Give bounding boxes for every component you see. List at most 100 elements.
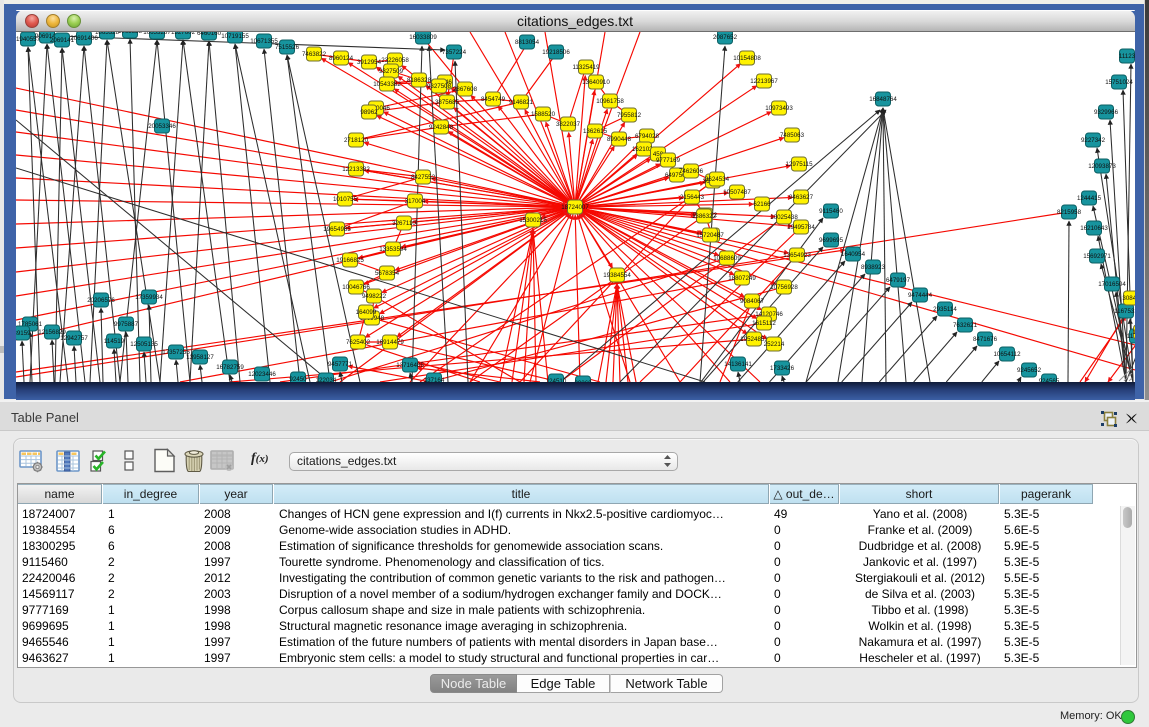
svg-text:15692971: 15692971 (1083, 253, 1111, 260)
svg-text:10688609: 10688609 (713, 255, 741, 262)
svg-text:9457771: 9457771 (328, 361, 353, 368)
svg-text:10025438: 10025438 (770, 214, 798, 221)
svg-text:9327509: 9327509 (379, 68, 404, 75)
svg-text:1327602: 1327602 (171, 32, 196, 36)
svg-text:9327508: 9327508 (427, 83, 452, 90)
svg-text:10654112: 10654112 (993, 351, 1021, 358)
svg-text:9498222: 9498222 (362, 293, 387, 300)
svg-text:16914479: 16914479 (376, 339, 404, 346)
svg-text:6460160: 6460160 (197, 32, 222, 37)
svg-text:12093873: 12093873 (1088, 163, 1116, 170)
svg-text:39159: 39159 (16, 330, 31, 337)
svg-text:10653287: 10653287 (143, 32, 171, 36)
svg-text:19218506: 19218506 (542, 49, 570, 56)
svg-text:3267110: 3267110 (392, 220, 416, 227)
svg-text:8960124: 8960124 (329, 55, 354, 62)
svg-text:8813054: 8813054 (515, 39, 540, 46)
svg-text:9777169: 9777169 (656, 157, 681, 164)
svg-text:1010755: 1010755 (333, 196, 358, 203)
svg-text:3822037: 3822037 (556, 121, 581, 128)
svg-text:1167533: 1167533 (1114, 308, 1135, 315)
svg-text:7625402: 7625402 (346, 339, 371, 346)
svg-text:7955812: 7955812 (617, 112, 642, 119)
svg-text:19495784: 19495784 (787, 224, 815, 231)
svg-text:2087652: 2087652 (713, 34, 738, 41)
svg-text:8454749: 8454749 (481, 96, 506, 103)
svg-text:1733426: 1733426 (770, 365, 795, 372)
svg-text:12213967: 12213967 (750, 78, 778, 85)
svg-text:15300215: 15300215 (519, 217, 547, 224)
svg-text:1615112: 1615112 (752, 320, 776, 327)
svg-text:8938923: 8938923 (861, 264, 886, 271)
svg-text:10756928: 10756928 (770, 284, 798, 291)
svg-text:13958127: 13958127 (186, 354, 214, 361)
svg-text:9115460: 9115460 (819, 208, 843, 215)
svg-text:16033809: 16033809 (409, 34, 437, 41)
svg-text:8990448: 8990448 (607, 136, 632, 143)
svg-text:7357224: 7357224 (442, 49, 467, 56)
svg-text:20053346: 20053346 (148, 123, 176, 130)
svg-text:17016504: 17016504 (1098, 281, 1126, 288)
svg-text:1386322: 1386322 (692, 213, 717, 220)
svg-text:10543382: 10543382 (373, 81, 401, 88)
svg-text:20691406: 20691406 (70, 35, 98, 42)
svg-text:317004: 317004 (405, 198, 426, 205)
svg-text:2867608: 2867608 (453, 86, 478, 93)
svg-text:13528: 13528 (1132, 329, 1135, 336)
svg-text:9699695: 9699695 (819, 237, 844, 244)
svg-text:8215958: 8215958 (1057, 209, 1082, 216)
svg-text:8471676: 8471676 (973, 336, 998, 343)
svg-text:6794028: 6794028 (635, 133, 660, 140)
svg-text:9975887: 9975887 (114, 321, 139, 328)
svg-text:1588520: 1588520 (531, 111, 556, 118)
svg-text:7485063: 7485063 (780, 132, 805, 139)
svg-text:11325419: 11325419 (572, 64, 600, 71)
svg-text:20206576: 20206576 (87, 297, 115, 304)
svg-text:9474444: 9474444 (908, 292, 933, 299)
svg-text:7462606: 7462606 (679, 168, 704, 175)
svg-text:9242848: 9242848 (429, 124, 454, 131)
svg-text:3912954: 3912954 (357, 59, 382, 66)
svg-text:23226058: 23226058 (381, 57, 409, 64)
svg-text:12213382: 12213382 (342, 166, 370, 173)
svg-text:2718120: 2718120 (344, 137, 369, 144)
svg-text:16848764: 16848764 (869, 96, 897, 103)
svg-text:252214: 252214 (764, 341, 785, 348)
svg-text:12975115: 12975115 (785, 161, 813, 168)
svg-text:15751024: 15751024 (1105, 79, 1133, 86)
svg-text:10961758: 10961758 (596, 98, 624, 105)
svg-text:16782759: 16782759 (216, 364, 244, 371)
svg-text:18807249: 18807249 (728, 275, 756, 282)
svg-text:1362615: 1362615 (583, 128, 608, 135)
svg-text:10507487: 10507487 (723, 189, 751, 196)
svg-text:1065328: 1065328 (118, 32, 143, 35)
svg-text:10973493: 10973493 (765, 105, 793, 112)
svg-text:2935114: 2935114 (933, 306, 957, 313)
svg-text:14136141: 14136141 (724, 361, 752, 368)
svg-text:9245652: 9245652 (1017, 367, 1042, 374)
svg-text:9227342: 9227342 (1081, 137, 1106, 144)
svg-text:19654985: 19654985 (323, 226, 351, 233)
svg-text:6479197: 6479197 (886, 277, 911, 284)
svg-text:3624534: 3624534 (705, 176, 730, 183)
svg-text:15720407: 15720407 (696, 232, 724, 239)
svg-text:17359934: 17359934 (135, 294, 163, 301)
svg-text:18724007: 18724007 (561, 204, 589, 211)
svg-text:12505135: 12505135 (130, 341, 158, 348)
svg-text:1244415: 1244415 (1077, 195, 1102, 202)
svg-text:13353594: 13353594 (379, 246, 407, 253)
svg-text:7632621: 7632621 (953, 322, 978, 329)
svg-text:19384554: 19384554 (603, 272, 631, 279)
svg-text:8427552: 8427552 (411, 174, 436, 181)
svg-text:3875685: 3875685 (435, 99, 460, 106)
svg-text:9146821: 9146821 (509, 99, 534, 106)
svg-text:2156443: 2156443 (680, 194, 705, 201)
svg-text:9463627: 9463627 (789, 194, 814, 201)
svg-text:12942757: 12942757 (60, 335, 88, 342)
svg-text:10154808: 10154808 (733, 55, 761, 62)
svg-text:30840: 30840 (1122, 295, 1135, 302)
svg-text:114519: 114519 (104, 338, 125, 345)
svg-text:10046766: 10046766 (342, 284, 370, 291)
svg-text:10719155: 10719155 (221, 33, 249, 40)
svg-text:12023446: 12023446 (248, 371, 276, 378)
